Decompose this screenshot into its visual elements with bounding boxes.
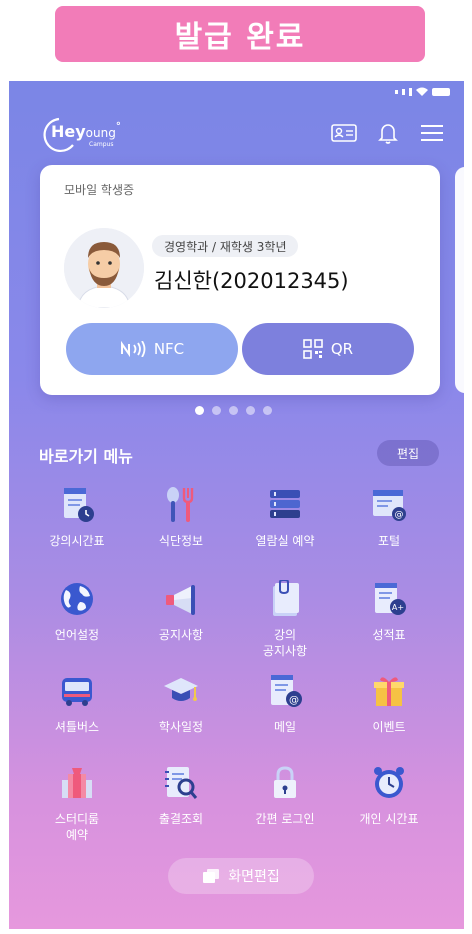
nfc-label: NFC [153, 340, 185, 358]
carousel-dot[interactable] [212, 406, 221, 415]
edit-screen-icon [203, 869, 220, 883]
nfc-icon [120, 341, 146, 357]
issued-complete-banner: 발급 완료 [55, 6, 425, 62]
menu-item-easy-login[interactable]: 간편 로그인 [235, 763, 335, 827]
svg-text:@: @ [395, 510, 404, 520]
svg-text:A+: A+ [392, 603, 404, 612]
avatar [64, 228, 144, 308]
hamburger-menu-icon[interactable] [418, 121, 446, 145]
menu-label: 메일 [273, 720, 297, 734]
lock-icon [265, 763, 305, 803]
menu-item-shuttle-bus[interactable]: 셔틀버스 [27, 671, 127, 735]
menu-label: 이벤트 [372, 720, 406, 734]
portal-icon: @ [369, 485, 409, 525]
attendance-icon [161, 763, 201, 803]
student-name: 김신한(202012345) [154, 269, 349, 293]
carousel-dot[interactable] [195, 406, 204, 415]
qr-label: QR [330, 340, 354, 358]
qr-code-icon [303, 339, 323, 359]
menu-item-meal[interactable]: 식단정보 [131, 485, 231, 549]
mail-icon: @ [265, 671, 305, 711]
menu-label: 셔틀버스 [54, 720, 100, 734]
menu-label: 강의시간표 [49, 534, 105, 548]
menu-item-lecture-notice[interactable]: 강의 공지사항 [235, 579, 335, 659]
lecture-notice-icon [265, 579, 305, 619]
carousel-dot[interactable] [263, 406, 272, 415]
signal-icon [395, 89, 398, 94]
menu-label: 출결조회 [158, 812, 204, 826]
study-room-icon [57, 763, 97, 803]
edit-screen-label: 화면편집 [228, 869, 280, 885]
svg-text:@: @ [289, 695, 299, 706]
card-title: 모바일 학생증 [64, 183, 135, 197]
menu-item-mail[interactable]: @ 메일 [235, 671, 335, 735]
menu-label: 포털 [377, 534, 401, 548]
bus-icon [57, 671, 97, 711]
phone-screen: Heyoung° Campus 모바일 학생증 경영학과 / 재학생 3학년 김… [9, 81, 464, 929]
shortcut-edit-button[interactable]: 편집 [377, 440, 439, 466]
carousel-dot[interactable] [246, 406, 255, 415]
logo-hey: Hey [51, 122, 86, 141]
menu-item-event[interactable]: 이벤트 [339, 671, 439, 735]
menu-item-personal-timetable[interactable]: 개인 시간표 [339, 763, 439, 827]
megaphone-icon [161, 579, 201, 619]
logo-campus: Campus [89, 141, 114, 148]
qr-button[interactable]: QR [242, 323, 414, 375]
gift-icon [369, 671, 409, 711]
menu-label: 언어설정 [54, 628, 100, 642]
id-card-icon[interactable] [330, 121, 358, 145]
signal-bar [409, 87, 412, 96]
battery-icon [432, 87, 450, 96]
signal-bar [402, 88, 405, 95]
menu-item-notice[interactable]: 공지사항 [131, 579, 231, 643]
menu-item-timetable[interactable]: 강의시간표 [27, 485, 127, 549]
timetable-icon [57, 485, 97, 525]
menu-item-grades[interactable]: A+ 성적표 [339, 579, 439, 643]
reading-room-icon [265, 485, 305, 525]
menu-label: 학사일정 [158, 720, 204, 734]
nfc-button[interactable]: NFC [66, 323, 238, 375]
wifi-icon [416, 87, 428, 96]
menu-item-portal[interactable]: @ 포털 [339, 485, 439, 549]
alarm-clock-icon [369, 763, 409, 803]
meal-icon [161, 485, 201, 525]
grade-icon: A+ [369, 579, 409, 619]
department-badge: 경영학과 / 재학생 3학년 [152, 235, 299, 257]
top-icons [330, 121, 446, 145]
mobile-student-id-card[interactable]: 모바일 학생증 경영학과 / 재학생 3학년 김신한(202012345) NF… [40, 165, 440, 395]
menu-item-reading-room[interactable]: 열람실 예약 [235, 485, 335, 549]
menu-label: 공지사항 [158, 628, 204, 642]
logo-young: oung [85, 126, 116, 140]
menu-label: 성적표 [372, 628, 406, 642]
menu-label: 열람실 예약 [255, 534, 315, 548]
menu-label: 스터디룸 예약 [54, 812, 100, 842]
carousel-dots [195, 406, 272, 415]
menu-item-academic-calendar[interactable]: 학사일정 [131, 671, 231, 735]
graduation-cap-icon [161, 671, 201, 711]
heyoung-logo: Heyoung° Campus [39, 115, 149, 155]
carousel-dot[interactable] [229, 406, 238, 415]
menu-label: 간편 로그인 [255, 812, 315, 826]
menu-label: 개인 시간표 [359, 812, 419, 826]
menu-label: 강의 공지사항 [262, 628, 308, 658]
menu-item-language[interactable]: 언어설정 [27, 579, 127, 643]
status-bar [395, 87, 450, 96]
edit-screen-button[interactable]: 화면편집 [168, 858, 314, 894]
globe-icon [57, 579, 97, 619]
shortcut-menu-title: 바로가기 메뉴 [39, 447, 133, 466]
bell-icon[interactable] [374, 121, 402, 145]
next-card-peek[interactable] [455, 167, 464, 393]
menu-item-attendance[interactable]: 출결조회 [131, 763, 231, 827]
menu-item-study-room[interactable]: 스터디룸 예약 [27, 763, 127, 843]
logo-degree: ° [115, 121, 121, 132]
menu-label: 식단정보 [158, 534, 204, 548]
